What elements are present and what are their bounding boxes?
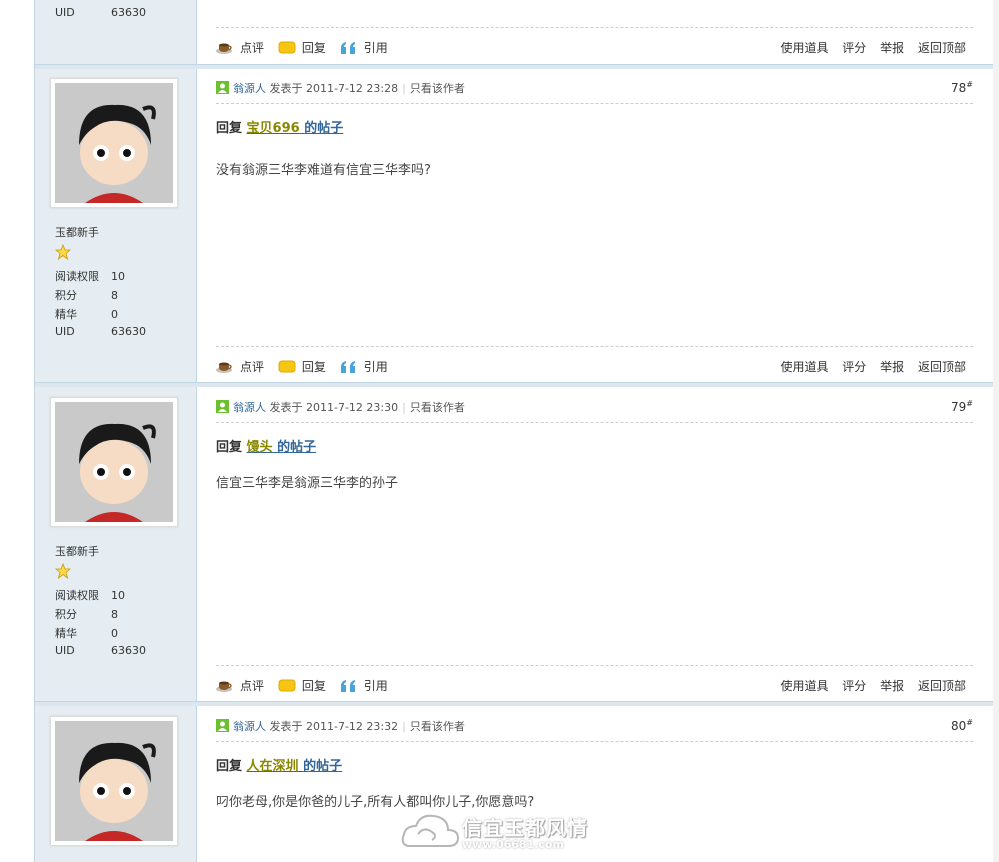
use-tool-link[interactable]: 使用道具 <box>780 41 828 55</box>
author-only-link[interactable]: 只看该作者 <box>410 720 465 733</box>
reply-button[interactable]: 回复 <box>278 39 326 56</box>
speech-bubble-icon <box>278 41 296 53</box>
cartoon-avatar-image <box>55 402 173 522</box>
uid-stat: UID 63630 <box>55 6 146 19</box>
quote-button[interactable]: 引用 <box>340 39 388 56</box>
speech-bubble-icon <box>278 360 296 372</box>
site-watermark: 信宜玉都风情 www.06681.com <box>400 808 600 858</box>
reply-button[interactable]: 回复 <box>278 358 326 375</box>
post-actions: 点评 回复 引用 使用道具 评分 举报 返回顶部 <box>216 358 966 377</box>
back-to-top-link[interactable]: 返回顶部 <box>918 41 966 55</box>
post-separator <box>35 701 993 706</box>
rate-link[interactable]: 评分 <box>842 360 866 374</box>
star-icon <box>55 563 71 579</box>
user-rank: 玉都新手 <box>55 545 99 558</box>
read-permission-stat: 阅读权限 10 <box>55 270 125 283</box>
post-actions: 点评 回复 引用 使用道具 评分 举报 返回顶部 <box>216 39 966 58</box>
report-link[interactable]: 举报 <box>880 360 904 374</box>
scrollbar[interactable] <box>993 0 999 862</box>
comment-button[interactable]: 点评 <box>216 39 264 56</box>
post-time: 发表于 2011-7-12 23:28 <box>269 82 399 95</box>
post-separator <box>35 64 993 69</box>
user-online-icon <box>216 719 229 732</box>
floor-number[interactable]: 79# <box>951 399 973 414</box>
user-online-icon <box>216 81 229 94</box>
author-link[interactable]: 翁源人 <box>233 720 266 733</box>
quote-mark-icon <box>340 360 355 373</box>
divider <box>216 346 973 347</box>
use-tool-link[interactable]: 使用道具 <box>780 360 828 374</box>
quoted-post-link[interactable]: 馒头 的帖子 <box>247 440 317 455</box>
floor-number[interactable]: 80# <box>951 718 973 733</box>
avatar[interactable] <box>50 78 178 208</box>
rate-link[interactable]: 评分 <box>842 679 866 693</box>
coffee-cup-icon <box>216 362 232 373</box>
thread-container: UID 63630 点评 回复 引用 使用道具 评分 举报 返回顶部 玉都新手 … <box>34 0 994 862</box>
cartoon-avatar-image <box>55 83 173 203</box>
divider <box>216 27 973 28</box>
rate-link[interactable]: 评分 <box>842 41 866 55</box>
divider <box>216 103 973 104</box>
avatar[interactable] <box>50 397 178 527</box>
avatar[interactable] <box>50 716 178 846</box>
post-meta: 翁源人 发表于 2011-7-12 23:30 | 只看该作者 79# <box>216 399 973 415</box>
points-stat: 积分 8 <box>55 289 118 302</box>
uid-stat: UID 63630 <box>55 644 146 657</box>
author-only-link[interactable]: 只看该作者 <box>410 401 465 414</box>
digest-stat: 精华 0 <box>55 308 118 321</box>
report-link[interactable]: 举报 <box>880 679 904 693</box>
post-time: 发表于 2011-7-12 23:32 <box>269 720 399 733</box>
comment-button[interactable]: 点评 <box>216 358 264 375</box>
quote-mark-icon <box>340 679 355 692</box>
post-actions: 点评 回复 引用 使用道具 评分 举报 返回顶部 <box>216 677 966 696</box>
watermark-title: 信宜玉都风情 <box>462 816 588 840</box>
uid-stat: UID 63630 <box>55 325 146 338</box>
use-tool-link[interactable]: 使用道具 <box>780 679 828 693</box>
author-only-link[interactable]: 只看该作者 <box>410 82 465 95</box>
post-message: 没有翁源三华李难道有信宜三华李吗? <box>216 163 431 178</box>
speech-bubble-icon <box>278 679 296 691</box>
coffee-cup-icon <box>216 43 232 54</box>
reply-button[interactable]: 回复 <box>278 677 326 694</box>
divider <box>216 422 973 423</box>
digest-stat: 精华 0 <box>55 627 118 640</box>
author-link[interactable]: 翁源人 <box>233 82 266 95</box>
reply-heading: 回复 馒头 的帖子 <box>216 440 317 455</box>
quote-mark-icon <box>340 41 355 54</box>
comment-button[interactable]: 点评 <box>216 677 264 694</box>
cloud-logo-icon <box>401 814 460 847</box>
post-separator <box>35 382 993 387</box>
floor-number[interactable]: 78# <box>951 80 973 95</box>
cartoon-avatar-image <box>55 721 173 841</box>
user-rank: 玉都新手 <box>55 226 99 239</box>
coffee-cup-icon <box>216 681 232 692</box>
points-stat: 积分 8 <box>55 608 118 621</box>
read-permission-stat: 阅读权限 10 <box>55 589 125 602</box>
post-time: 发表于 2011-7-12 23:30 <box>269 401 399 414</box>
divider <box>216 665 973 666</box>
star-icon <box>55 244 71 260</box>
divider <box>216 741 973 742</box>
watermark-url: www.06681.com <box>462 838 564 851</box>
post-message: 信宜三华李是翁源三华李的孙子 <box>216 476 399 491</box>
post-meta: 翁源人 发表于 2011-7-12 23:28 | 只看该作者 78# <box>216 80 973 96</box>
post-meta: 翁源人 发表于 2011-7-12 23:32 | 只看该作者 80# <box>216 718 973 734</box>
reply-heading: 回复 人在深圳 的帖子 <box>216 759 343 774</box>
back-to-top-link[interactable]: 返回顶部 <box>918 360 966 374</box>
report-link[interactable]: 举报 <box>880 41 904 55</box>
user-online-icon <box>216 400 229 413</box>
quote-button[interactable]: 引用 <box>340 358 388 375</box>
back-to-top-link[interactable]: 返回顶部 <box>918 679 966 693</box>
quote-button[interactable]: 引用 <box>340 677 388 694</box>
quoted-post-link[interactable]: 宝贝696 的帖子 <box>247 121 344 136</box>
author-link[interactable]: 翁源人 <box>233 401 266 414</box>
reply-heading: 回复 宝贝696 的帖子 <box>216 121 344 136</box>
quoted-post-link[interactable]: 人在深圳 的帖子 <box>247 759 343 774</box>
